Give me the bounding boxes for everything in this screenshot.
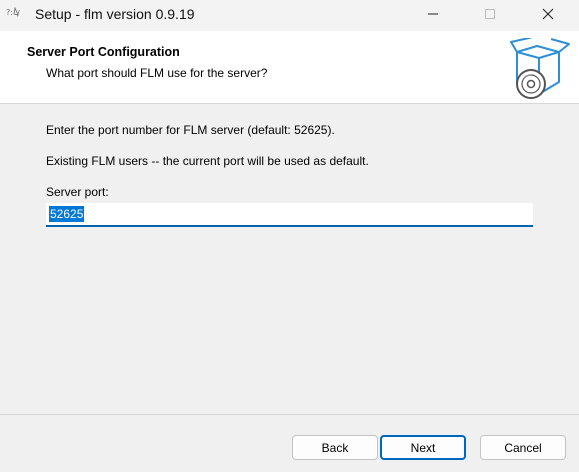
window-title: Setup - flm version 0.9.19 — [35, 6, 195, 22]
port-instructions: Enter the port number for FLM server (de… — [46, 123, 335, 137]
setup-app-icon[interactable]: ?: / — [6, 6, 24, 22]
minimize-button[interactable] — [410, 0, 456, 31]
page-title: Server Port Configuration — [27, 45, 180, 59]
close-icon — [542, 8, 554, 23]
page-subtitle: What port should FLM use for the server? — [46, 66, 268, 80]
existing-users-note: Existing FLM users -- the current port w… — [46, 154, 369, 168]
cancel-button[interactable]: Cancel — [480, 435, 566, 460]
maximize-button[interactable] — [467, 0, 513, 31]
minimize-icon — [427, 8, 439, 23]
next-button[interactable]: Next — [380, 435, 466, 460]
close-button[interactable] — [525, 0, 571, 31]
title-bar: ?: / Setup - flm version 0.9.19 — [0, 0, 579, 31]
footer-divider — [0, 414, 579, 415]
svg-text:/: / — [17, 9, 20, 18]
server-port-label: Server port: — [46, 185, 109, 199]
installer-box-disc-icon — [507, 36, 573, 100]
back-button[interactable]: Back — [292, 435, 378, 460]
svg-text:?:: ?: — [6, 8, 13, 17]
server-port-value: 52625 — [49, 206, 85, 222]
maximize-icon — [484, 8, 496, 23]
wizard-header: Server Port Configuration What port shou… — [0, 31, 579, 104]
server-port-input[interactable]: 52625 — [46, 203, 533, 227]
